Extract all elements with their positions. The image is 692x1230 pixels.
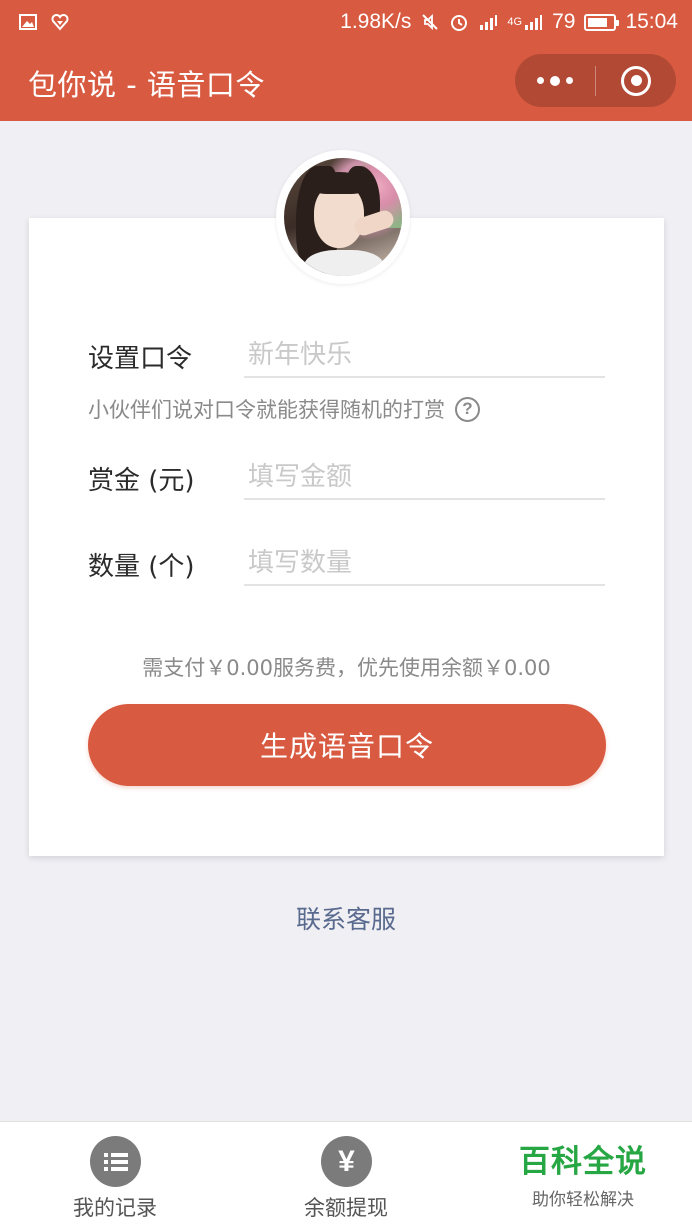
tab-label: 我的记录	[73, 1196, 157, 1220]
status-left	[18, 12, 82, 32]
command-input[interactable]	[244, 334, 605, 378]
help-icon[interactable]: ?	[455, 396, 480, 422]
command-hint: 小伙伴们说对口令就能获得随机的打赏 ?	[88, 394, 480, 424]
status-bar: 1.98K/s 4G 79 15:04	[0, 0, 692, 44]
signal-4g-icon	[525, 15, 543, 30]
amount-label: 赏金 (元)	[88, 466, 195, 496]
tab-withdraw[interactable]: ¥ 余额提现	[231, 1122, 461, 1230]
battery-percent: 79	[552, 10, 576, 33]
target-close-icon	[621, 65, 651, 96]
network-speed: 1.98K/s	[340, 10, 412, 33]
amount-input[interactable]	[244, 456, 605, 500]
yen-icon: ¥	[321, 1136, 372, 1187]
contact-service-link[interactable]: 联系客服	[0, 900, 692, 936]
close-button[interactable]	[596, 54, 676, 107]
generate-voice-command-button[interactable]: 生成语音口令	[88, 704, 606, 786]
more-dots-icon	[534, 75, 576, 86]
watermark: 百科全说 助你轻松解决	[508, 1130, 658, 1230]
mini-program-capsule	[515, 54, 676, 107]
nav-bar: 包你说 - 语音口令	[0, 44, 692, 121]
mute-icon	[422, 13, 439, 31]
battery-fill	[588, 17, 608, 27]
list-icon	[90, 1136, 141, 1187]
watermark-subtitle: 助你轻松解决	[532, 1190, 634, 1210]
alarm-icon	[451, 15, 468, 31]
battery-icon	[584, 13, 620, 31]
avatar-frame	[276, 150, 410, 284]
fee-notice: 需支付￥0.00服务费，优先使用余额￥0.00	[142, 656, 551, 680]
more-button[interactable]	[515, 54, 595, 107]
watermark-title: 百科全说	[519, 1144, 647, 1180]
status-right: 1.98K/s 4G 79 15:04	[331, 10, 678, 34]
tab-my-records[interactable]: 我的记录	[0, 1122, 230, 1230]
tab-label: 余额提现	[304, 1196, 388, 1220]
signal-icon	[480, 15, 498, 30]
clock: 15:04	[625, 10, 678, 33]
heart-notification-icon	[51, 14, 69, 31]
avatar	[284, 158, 402, 276]
page-title: 包你说 - 语音口令	[28, 68, 265, 102]
quantity-label: 数量 (个)	[88, 552, 195, 582]
image-notification-icon	[19, 14, 37, 30]
quantity-input[interactable]	[244, 542, 605, 586]
command-label: 设置口令	[88, 344, 193, 374]
command-hint-text: 小伙伴们说对口令就能获得随机的打赏	[88, 398, 445, 422]
network-type-label: 4G	[507, 16, 523, 28]
network-type-signal: 4G	[507, 12, 543, 32]
form-card: 设置口令 小伙伴们说对口令就能获得随机的打赏 ? 赏金 (元) 数量 (个) 需…	[29, 218, 664, 856]
